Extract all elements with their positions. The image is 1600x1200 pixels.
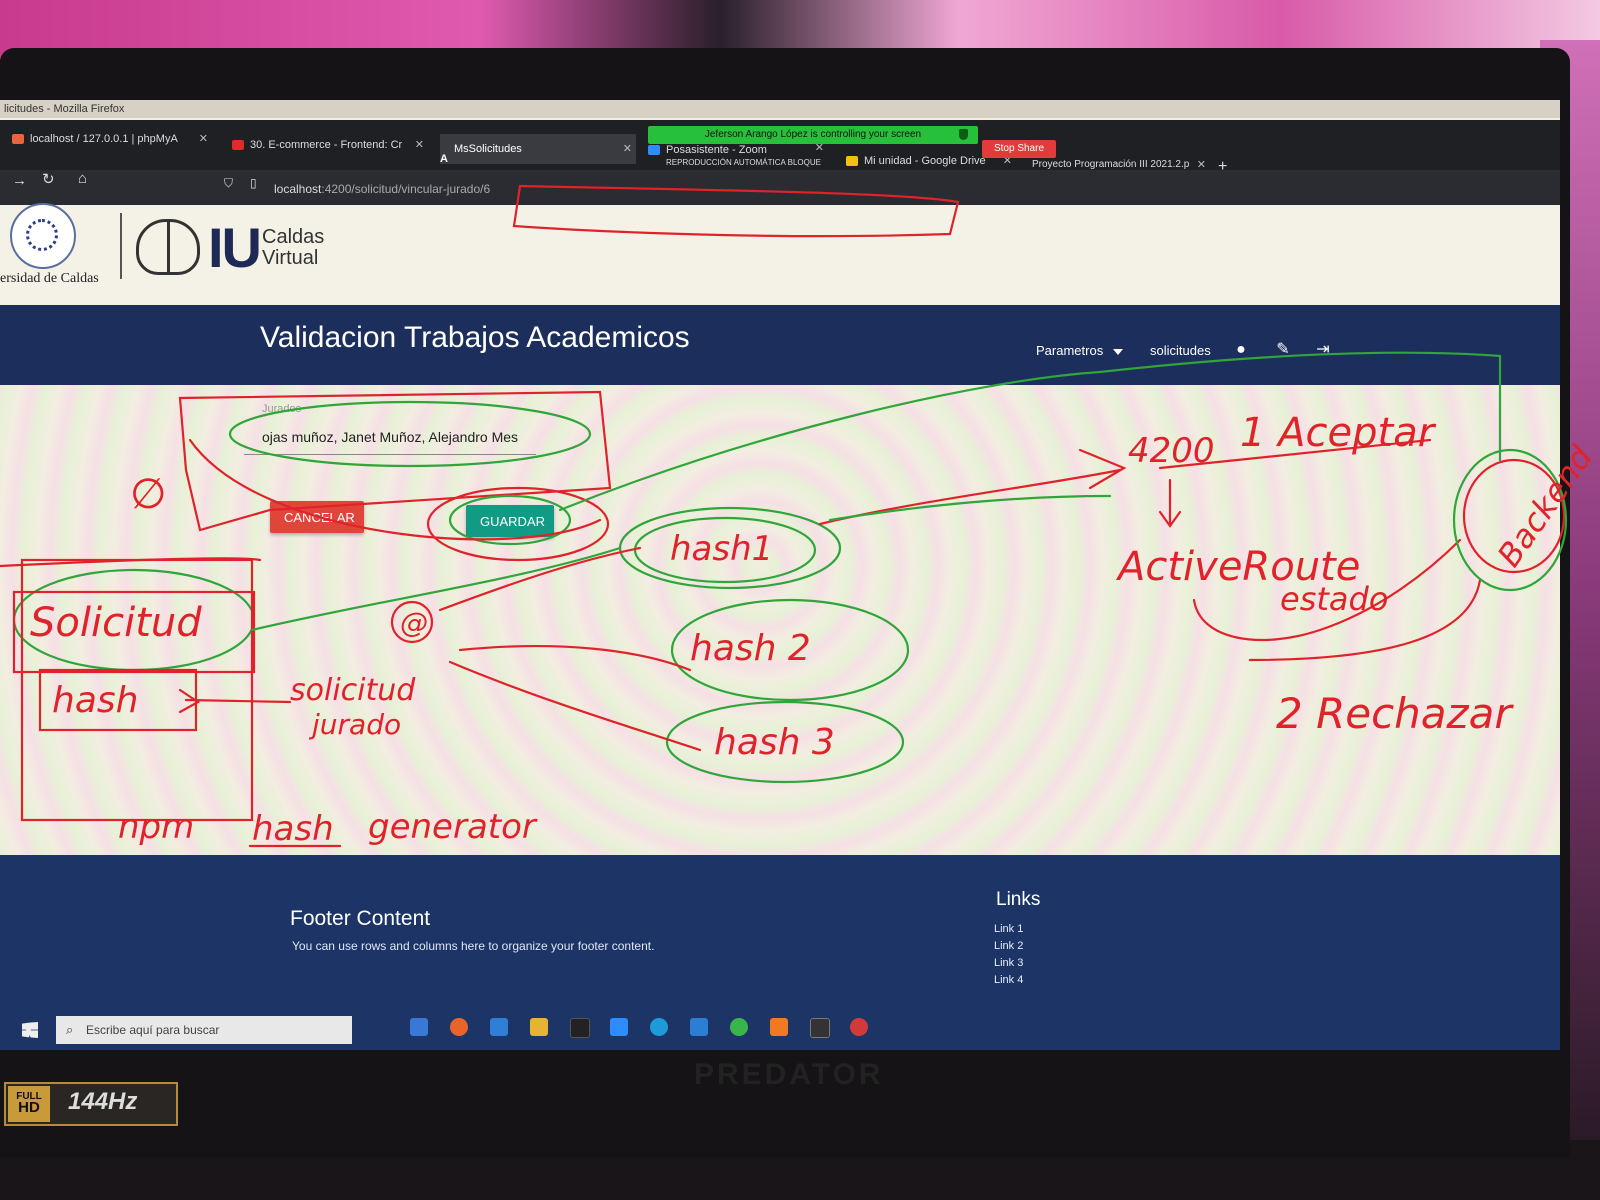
site-header: ersidad de Caldas IU Caldas Virtual (0, 203, 1560, 305)
vscode-icon[interactable] (690, 1018, 708, 1036)
fullhd-label: FULL HD (8, 1086, 50, 1122)
main-navbar: Validacion Trabajos Academicos Parametro… (0, 305, 1560, 385)
close-tab-icon[interactable]: ✕ (199, 124, 208, 154)
folder-icon[interactable] (530, 1018, 548, 1036)
footer-title: Footer Content (290, 907, 431, 930)
footer-link-2[interactable]: Link 2 (994, 940, 1023, 952)
zoom-banner-text: Jeferson Arango López is controlling you… (704, 129, 922, 140)
web-page: ersidad de Caldas IU Caldas Virtual Vali… (0, 203, 1560, 1050)
page-icon: ▯ (250, 176, 257, 190)
brand-letters: IU (208, 216, 262, 279)
cancel-button[interactable]: CANCELAR (270, 501, 364, 533)
page-title: Validacion Trabajos Academicos (260, 321, 690, 354)
tab-phpmyadmin[interactable]: localhost / 127.0.0.1 | phpMyA ✕ (12, 124, 212, 154)
footer-link-3[interactable]: Link 3 (994, 957, 1023, 969)
brand-name: Caldas Virtual (262, 227, 324, 269)
store-icon[interactable] (410, 1018, 428, 1036)
back-icon[interactable]: → (12, 172, 27, 189)
reload-icon[interactable]: ↻ (42, 170, 55, 188)
home-icon[interactable]: ⌂ (78, 170, 87, 187)
shield-icon (959, 129, 968, 140)
brain-logo-icon (136, 219, 200, 275)
search-icon: ⌕ (66, 1022, 74, 1037)
url-path: :4200/solicitud/vincular-jurado/6 (321, 182, 491, 196)
display-badge: FULL HD 144Hz (4, 1082, 178, 1126)
app-icon[interactable] (850, 1018, 868, 1036)
footer-link-1[interactable]: Link 1 (994, 923, 1023, 935)
user-icon[interactable]: ● (1232, 341, 1250, 359)
jurado-label: Jurados (262, 403, 302, 415)
xampp-icon[interactable] (770, 1018, 788, 1036)
zoom-icon (648, 145, 660, 156)
parametros-label: Parametros (1036, 343, 1104, 358)
solicitudes-link[interactable]: solicitudes (1150, 343, 1211, 358)
refresh-rate-label: 144Hz (68, 1088, 138, 1115)
tab-mssolicitudes[interactable]: A MsSolicitudes ✕ (440, 134, 636, 164)
tab-label: localhost / 127.0.0.1 | phpMyA (30, 133, 178, 145)
main-content: Jurados CANCELAR GUARDAR (0, 385, 1560, 855)
angular-icon: A (440, 153, 448, 164)
tab-label: Mi unidad - Google Drive (864, 155, 986, 167)
url-field[interactable]: localhost:4200/solicitud/vincular-jurado… (274, 182, 490, 196)
tab-label: MsSolicitudes (453, 143, 522, 155)
tab-label: 30. E-commerce - Frontend: Cr (250, 139, 403, 151)
seal-emblem (26, 219, 58, 251)
stop-share-button[interactable]: Stop Share (982, 140, 1056, 158)
google-drive-icon (846, 156, 858, 167)
tab-youtube[interactable]: 30. E-commerce - Frontend: Cr ✕ (232, 130, 428, 160)
brand-logo: PREDATOR (694, 1058, 884, 1091)
edge-icon[interactable] (650, 1018, 668, 1036)
chrome-icon[interactable] (730, 1018, 748, 1036)
logout-icon[interactable]: ⇥ (1314, 341, 1332, 359)
tab-label: Posasistente - Zoom (666, 144, 767, 156)
close-tab-icon[interactable]: ✕ (415, 130, 424, 160)
url-host: localhost (274, 182, 322, 196)
navigation-toolbar (0, 170, 1560, 206)
parametros-dropdown[interactable]: Parametros (1036, 343, 1124, 358)
youtube-icon (232, 140, 244, 151)
mail-icon[interactable] (490, 1018, 508, 1036)
firefox-icon[interactable] (450, 1018, 468, 1036)
close-tab-icon[interactable]: ✕ (623, 134, 632, 164)
badge-line2: HD (18, 1099, 40, 1116)
brand-name-line1: Caldas (262, 226, 325, 248)
header-divider (120, 213, 122, 279)
jurado-field[interactable] (244, 419, 536, 455)
terminal-icon[interactable] (570, 1018, 590, 1038)
tab-label: Proyecto Programación III 2021.2.p (1032, 159, 1190, 170)
brand-name-line2: Virtual (262, 247, 319, 269)
window-titlebar: licitudes - Mozilla Firefox (0, 100, 1560, 118)
shield-icon: ⛉ (224, 176, 234, 190)
footer-links-title: Links (996, 889, 1041, 910)
chevron-down-icon (1113, 348, 1124, 355)
footer-text: You can use rows and columns here to org… (292, 939, 655, 953)
phpmyadmin-icon (12, 134, 24, 145)
stop-share-label: Stop Share (993, 143, 1045, 154)
pencil-icon[interactable]: ✎ (1274, 341, 1292, 359)
cmd-icon[interactable] (810, 1018, 830, 1038)
taskbar-search[interactable]: ⌕ Escribe aquí para buscar (56, 1016, 352, 1044)
university-seal-logo (10, 203, 76, 269)
taskbar-search-placeholder: Escribe aquí para buscar (86, 1023, 220, 1037)
tab-sublabel: REPRODUCCIÓN AUTOMÁTICA BLOQUE (666, 158, 821, 167)
laptop-screen: licitudes - Mozilla Firefox localhost / … (0, 100, 1560, 1050)
zoom-app-icon[interactable] (610, 1018, 628, 1036)
save-button[interactable]: GUARDAR (466, 505, 554, 537)
university-name: ersidad de Caldas (0, 271, 99, 286)
zoom-control-banner: Jeferson Arango López is controlling you… (648, 126, 978, 144)
footer-link-4[interactable]: Link 4 (994, 974, 1023, 986)
